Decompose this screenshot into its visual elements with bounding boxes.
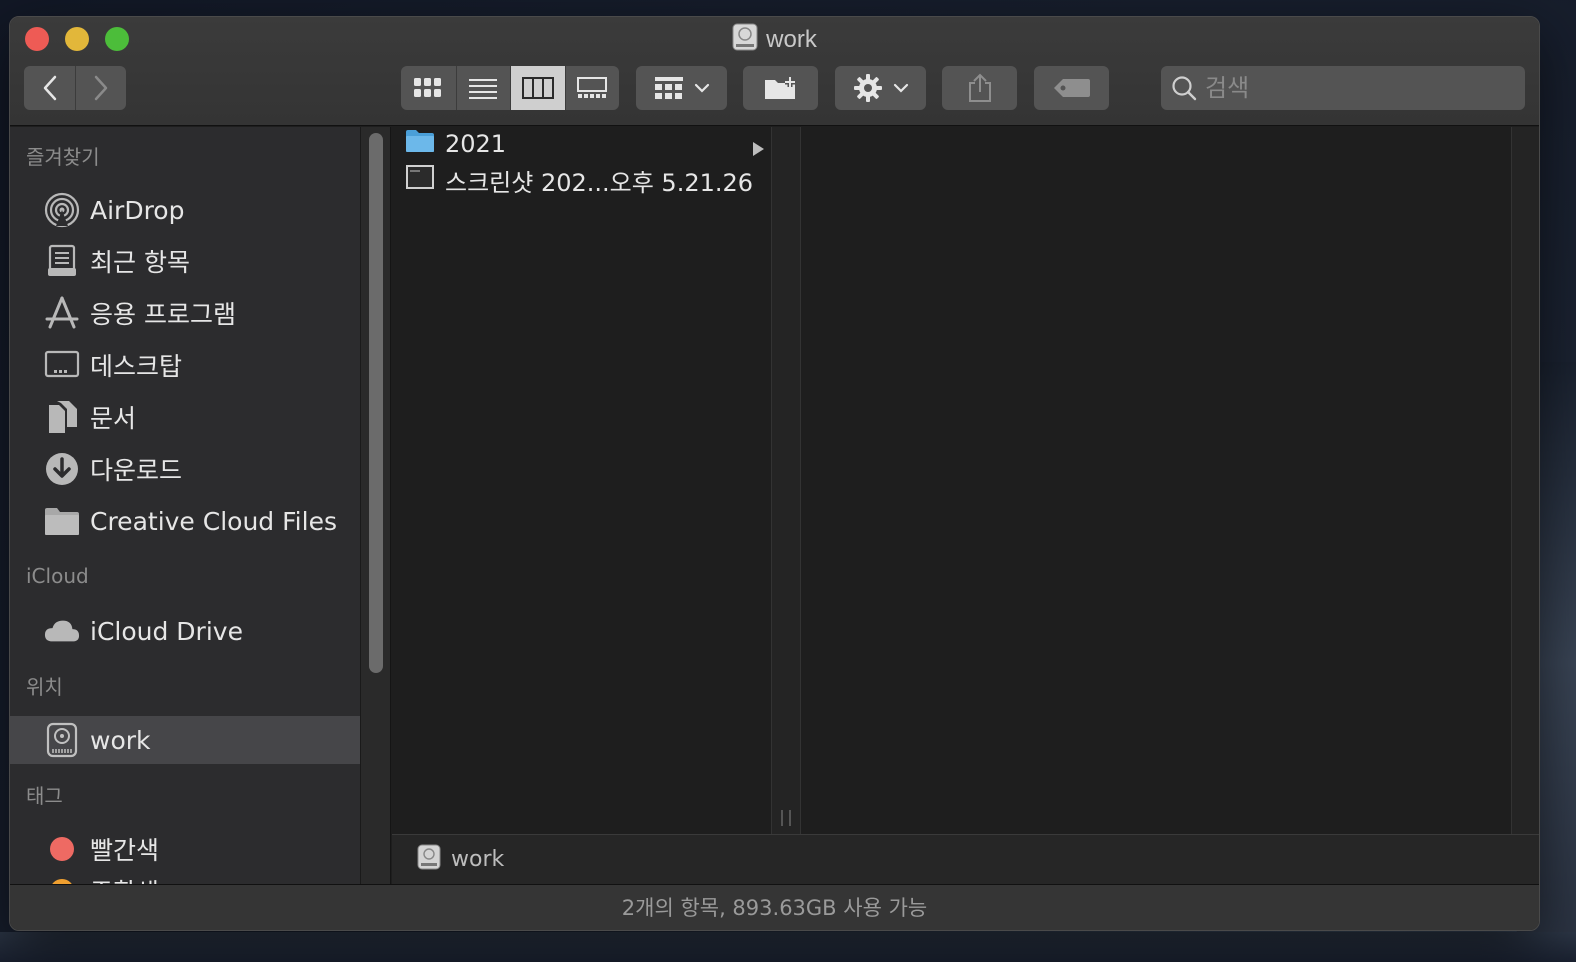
share-button[interactable] xyxy=(942,66,1017,110)
columns-icon xyxy=(521,77,554,99)
back-button[interactable] xyxy=(24,66,75,110)
sidebar-item-desktop[interactable]: 데스크탑 xyxy=(10,341,360,389)
sidebar-item-label: work xyxy=(90,725,151,755)
sidebar-item-airdrop[interactable]: AirDrop xyxy=(10,186,360,234)
column-view-button[interactable] xyxy=(510,66,565,110)
sidebar-section-tags: 태그 xyxy=(26,784,63,808)
sidebar-item-documents[interactable]: 문서 xyxy=(10,393,360,441)
navigation-group xyxy=(24,66,126,110)
sidebar-item-label: 빨간색 xyxy=(90,836,160,865)
chevron-down-icon xyxy=(893,83,908,93)
applications-icon xyxy=(44,295,80,331)
sidebar-section-favorites: 즐겨찾기 xyxy=(26,145,100,169)
sidebar-item-icloud-drive[interactable]: iCloud Drive xyxy=(10,607,360,655)
sidebar-item-label: 최근 항목 xyxy=(90,248,190,277)
list-view-button[interactable] xyxy=(455,66,511,110)
sidebar-scrollbar-thumb[interactable] xyxy=(369,133,383,673)
sidebar-item-recents[interactable]: 최근 항목 xyxy=(10,237,360,285)
disclosure-arrow-icon xyxy=(751,135,765,163)
column-browser-column-1: 2021 스크린샷 202...오후 5.21.26 xyxy=(392,127,771,834)
share-icon xyxy=(968,73,991,102)
sidebar: 즐겨찾기 AirDrop 최근 항목 응용 프로그램 데스크탑 문서 다운로드 … xyxy=(10,127,361,884)
new-folder-icon xyxy=(764,77,795,99)
desktop-background-bottom xyxy=(0,932,1576,962)
recents-icon xyxy=(44,243,80,279)
sidebar-item-tag-red[interactable]: 빨간색 xyxy=(10,825,360,873)
sidebar-item-label: 문서 xyxy=(90,404,137,433)
sidebar-item-label: 응용 프로그램 xyxy=(90,300,236,329)
column-browser-column-3 xyxy=(1511,127,1539,834)
status-bar: 2개의 항목, 893.63GB 사용 가능 xyxy=(10,884,1539,930)
new-folder-button[interactable] xyxy=(743,66,818,110)
column-browser-column-2 xyxy=(801,127,1511,834)
sidebar-item-work[interactable]: work xyxy=(10,716,360,764)
disk-icon xyxy=(732,23,758,58)
gear-icon xyxy=(853,74,882,102)
window-title-text: work xyxy=(766,25,817,53)
sidebar-item-label: 주황색 xyxy=(90,873,159,884)
sidebar-section-icloud: iCloud xyxy=(26,564,89,588)
sidebar-item-label: AirDrop xyxy=(90,195,185,225)
status-text: 2개의 항목, 893.63GB 사용 가능 xyxy=(621,896,928,920)
list-item-screenshot[interactable]: 스크린샷 202...오후 5.21.26 xyxy=(392,163,771,197)
path-bar-item-work[interactable]: work xyxy=(451,847,504,872)
search-field[interactable] xyxy=(1161,66,1525,110)
cloud-icon xyxy=(44,613,80,649)
action-menu-button[interactable] xyxy=(835,66,926,110)
forward-button[interactable] xyxy=(75,66,126,110)
search-input[interactable] xyxy=(1205,74,1505,102)
column-resize-divider[interactable] xyxy=(771,127,801,834)
window-title: work xyxy=(10,23,1539,58)
sidebar-item-label: iCloud Drive xyxy=(90,616,243,646)
search-icon xyxy=(1172,76,1197,101)
titlebar: work xyxy=(10,17,1539,126)
list-item-name: 스크린샷 202...오후 5.21.26 xyxy=(445,168,754,197)
chevron-right-icon xyxy=(94,75,108,101)
gallery-view-button[interactable] xyxy=(564,66,620,110)
disk-icon xyxy=(44,722,80,758)
tag-button[interactable] xyxy=(1034,66,1109,110)
tag-color-dot-icon xyxy=(44,873,80,884)
image-file-icon xyxy=(405,164,435,196)
sidebar-section-locations: 위치 xyxy=(26,675,63,699)
group-grid-icon xyxy=(654,77,683,99)
view-mode-group xyxy=(401,66,619,110)
sidebar-item-label: 데스크탑 xyxy=(90,352,183,381)
path-bar: work xyxy=(392,834,1539,884)
sidebar-item-label: Creative Cloud Files xyxy=(90,506,337,536)
sidebar-item-downloads[interactable]: 다운로드 xyxy=(10,445,360,493)
blue-folder-icon xyxy=(405,129,435,159)
folder-icon xyxy=(44,503,80,539)
sidebar-scrollbar[interactable] xyxy=(361,127,391,884)
sidebar-item-label: 다운로드 xyxy=(90,456,183,485)
downloads-icon xyxy=(44,451,80,487)
chevron-down-icon xyxy=(694,83,709,93)
tag-icon xyxy=(1053,79,1090,97)
tag-color-dot-icon xyxy=(44,831,80,867)
desktop-icon xyxy=(44,347,80,383)
list-icon xyxy=(469,79,498,99)
sidebar-item-applications[interactable]: 응용 프로그램 xyxy=(10,289,360,337)
grid-icon xyxy=(414,78,442,97)
documents-icon xyxy=(44,399,80,435)
chevron-left-icon xyxy=(43,75,56,101)
icon-view-button[interactable] xyxy=(401,66,456,110)
sidebar-item-tag-orange[interactable]: 주황색 xyxy=(10,867,360,884)
column-resize-grip-icon[interactable] xyxy=(781,810,791,826)
finder-window: work 검색 즐겨찾기 AirDrop 최근 항목 응용 프로그램 데스크탑 … xyxy=(9,16,1540,931)
airdrop-icon xyxy=(44,192,80,228)
list-item-folder-2021[interactable]: 2021 xyxy=(392,127,771,161)
sidebar-item-creative-cloud-files[interactable]: Creative Cloud Files xyxy=(10,497,360,545)
group-by-button[interactable] xyxy=(636,66,727,110)
disk-icon xyxy=(417,844,441,876)
list-item-name: 2021 xyxy=(445,130,507,158)
gallery-icon xyxy=(577,77,608,98)
